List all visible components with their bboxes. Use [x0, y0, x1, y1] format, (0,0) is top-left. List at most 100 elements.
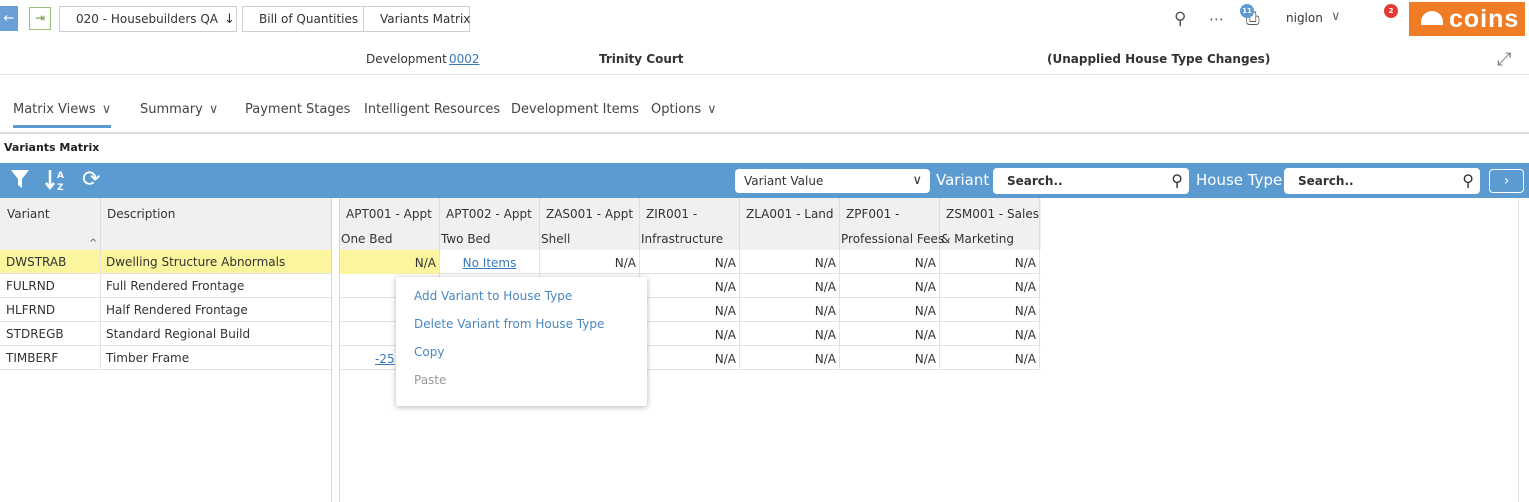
chevron-down-icon[interactable]: ∨	[1331, 9, 1341, 24]
header-line2: Professional Fees	[841, 232, 945, 246]
development-code-link[interactable]: 0002	[449, 52, 480, 66]
breadcrumb-label: Variants Matrix	[380, 12, 471, 26]
matrix-cell[interactable]: N/A	[840, 274, 940, 298]
development-name: Trinity Court	[599, 52, 684, 66]
column-header-house-type[interactable]: ZLA001 - Land	[740, 198, 840, 250]
next-page-button[interactable]: ›	[1489, 169, 1524, 193]
variant-description: Full Rendered Frontage	[106, 279, 245, 293]
header-line1: ZIR001 -	[646, 207, 698, 221]
menu-item-copy[interactable]: Copy	[414, 345, 444, 359]
variant-description: Timber Frame	[106, 351, 190, 365]
refresh-icon[interactable]: ⟳	[82, 168, 100, 192]
column-header-description[interactable]: Description	[101, 198, 331, 250]
notification-badge[interactable]: 2	[1384, 4, 1398, 18]
menu-item-delete-variant[interactable]: Delete Variant from House Type	[414, 317, 604, 331]
matrix-cell[interactable]: N/A	[640, 322, 740, 346]
menu-payment-stages[interactable]: Payment Stages	[245, 102, 350, 117]
matrix-cell[interactable]: N/A	[340, 250, 440, 274]
section-title: Variants Matrix	[4, 141, 100, 154]
header-line1: APT001 - Appt	[346, 207, 432, 221]
menu-options[interactable]: Options ∨	[651, 102, 717, 117]
variant-value-select[interactable]: Variant Value ∨	[735, 169, 930, 193]
matrix-cell[interactable]: N/A	[540, 250, 640, 274]
search-icon[interactable]: ⚲	[1462, 168, 1474, 194]
matrix-cell[interactable]: N/A	[740, 298, 840, 322]
user-name[interactable]: niglon	[1286, 11, 1323, 25]
matrix-cell[interactable]: N/A	[940, 274, 1040, 298]
table-row[interactable]: HLFRND Half Rendered Frontage	[0, 298, 331, 322]
matrix-cell[interactable]: N/A	[840, 298, 940, 322]
breadcrumb-development[interactable]: 020 - Housebuilders QA ↓	[59, 6, 237, 32]
header-line2: Infrastructure	[641, 232, 724, 246]
arrow-down-icon: ↓	[224, 12, 235, 27]
breadcrumb-variants-matrix[interactable]: Variants Matrix	[363, 6, 470, 32]
header-line2: One Bed	[341, 232, 393, 246]
matrix-cell[interactable]: N/A	[640, 274, 740, 298]
back-arrow-icon[interactable]: ←	[0, 6, 18, 31]
matrix-cell[interactable]: N/A	[840, 346, 940, 370]
column-header-house-type[interactable]: APT002 - Appt Two Bed	[440, 198, 540, 250]
status-text: (Unapplied House Type Changes)	[1047, 52, 1271, 66]
matrix-cell[interactable]: N/A	[740, 274, 840, 298]
menu-summary[interactable]: Summary ∨	[140, 102, 218, 117]
matrix-cell[interactable]: N/A	[640, 298, 740, 322]
development-label: Development	[366, 52, 447, 66]
header-line1: APT002 - Appt	[446, 207, 532, 221]
expand-icon[interactable]: ⤢	[1497, 49, 1511, 70]
header-label: Variant	[7, 207, 50, 221]
menu-label: Development Items	[511, 102, 640, 117]
variant-description: Dwelling Structure Abnormals	[106, 255, 286, 269]
table-row[interactable]: TIMBERF Timber Frame	[0, 346, 331, 370]
matrix-cell[interactable]: N/A	[940, 322, 1040, 346]
column-header-house-type[interactable]: ZAS001 - Appt Shell	[540, 198, 640, 250]
menu-development-items[interactable]: Development Items	[511, 102, 639, 117]
search-icon[interactable]: ⚲	[1171, 168, 1183, 194]
cell-divider	[100, 298, 101, 322]
apps-grid-icon[interactable]: ⋯	[1209, 10, 1224, 28]
matrix-cell[interactable]: N/A	[740, 250, 840, 274]
variant-code: FULRND	[6, 279, 55, 293]
select-value: Variant Value	[744, 174, 824, 188]
matrix-cell[interactable]: N/A	[940, 250, 1040, 274]
matrix-cell[interactable]: N/A	[940, 346, 1040, 370]
menu-label: Matrix Views	[13, 102, 96, 117]
table-row[interactable]: FULRND Full Rendered Frontage	[0, 274, 331, 298]
house-type-label: House Type	[1196, 171, 1283, 189]
table-row[interactable]: DWSTRAB Dwelling Structure Abnormals	[0, 250, 331, 274]
no-items-link[interactable]: No Items	[440, 250, 540, 274]
logo-dome-icon	[1421, 11, 1443, 25]
house-type-search-input[interactable]: Search.. ⚲	[1284, 168, 1480, 194]
matrix-cell[interactable]: N/A	[640, 250, 740, 274]
matrix-toolbar: AZ ⟳ Variant Value ∨ Variant Search.. ⚲ …	[0, 163, 1529, 198]
search-icon[interactable]: ⚲	[1174, 9, 1186, 29]
matrix-header-row: APT001 - Appt One Bed APT002 - Appt Two Be…	[340, 198, 1041, 250]
sort-az-icon[interactable]: AZ	[45, 168, 69, 198]
menu-intelligent-resources[interactable]: Intelligent Resources	[364, 102, 500, 117]
column-header-house-type[interactable]: APT001 - Appt One Bed	[340, 198, 440, 250]
matrix-cell[interactable]: N/A	[840, 250, 940, 274]
menu-label: Intelligent Resources	[364, 102, 501, 117]
menu-matrix-views[interactable]: Matrix Views ∨	[13, 102, 112, 128]
matrix-cell[interactable]: N/A	[940, 298, 1040, 322]
matrix-cell[interactable]: N/A	[640, 346, 740, 370]
column-header-variant[interactable]: Variant	[0, 198, 100, 250]
variant-code: DWSTRAB	[6, 255, 67, 269]
column-header-house-type[interactable]: ZIR001 - Infrastructure	[640, 198, 740, 250]
breadcrumb-bill-of-quantities[interactable]: Bill of Quantities	[242, 6, 364, 32]
coins-logo: coins	[1409, 2, 1525, 36]
exit-icon[interactable]: ⇥	[29, 7, 51, 30]
variant-code: STDREGB	[6, 327, 64, 341]
variant-search-input[interactable]: Search.. ⚲	[993, 168, 1189, 194]
menu-item-add-variant[interactable]: Add Variant to House Type	[414, 289, 572, 303]
header-label: Description	[107, 207, 176, 221]
vertical-scrollbar[interactable]	[1518, 198, 1519, 502]
svg-text:A: A	[57, 171, 64, 181]
matrix-cell[interactable]: N/A	[840, 322, 940, 346]
table-row[interactable]: STDREGB Standard Regional Build	[0, 322, 331, 346]
filter-icon[interactable]	[10, 168, 30, 196]
cell-divider	[100, 250, 101, 274]
column-header-house-type[interactable]: ZPF001 - Professional Fees	[840, 198, 944, 250]
matrix-cell[interactable]: N/A	[740, 346, 840, 370]
column-header-house-type[interactable]: ZSM001 - Sales & Marketing	[940, 198, 1040, 250]
matrix-cell[interactable]: N/A	[740, 322, 840, 346]
